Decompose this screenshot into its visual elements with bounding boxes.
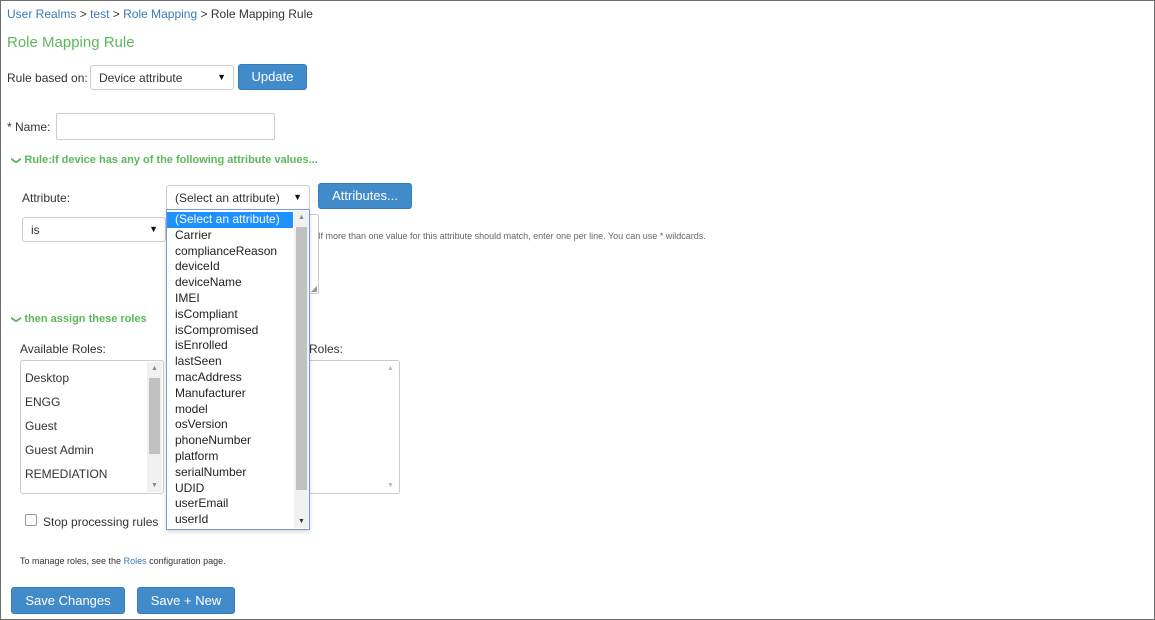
available-roles-scrollbar[interactable]: ▲ ▼ bbox=[147, 362, 162, 492]
dropdown-option[interactable]: macAddress bbox=[167, 370, 293, 386]
dropdown-option[interactable]: lastSeen bbox=[167, 354, 293, 370]
list-item[interactable]: Guest bbox=[21, 414, 147, 438]
arrow-up-icon[interactable]: ▲ bbox=[147, 365, 162, 372]
dropdown-option[interactable]: phoneNumber bbox=[167, 433, 293, 449]
breadcrumb-link-test[interactable]: test bbox=[90, 7, 109, 21]
rule-based-on-value: Device attribute bbox=[99, 71, 183, 85]
dropdown-option[interactable]: Manufacturer bbox=[167, 386, 293, 402]
selected-roles-scrollbar[interactable]: ▲ ▼ bbox=[383, 362, 398, 492]
attribute-values-hint: If more than one value for this attribut… bbox=[318, 231, 706, 241]
stop-processing-label: Stop processing rules bbox=[43, 515, 159, 529]
breadcrumb-separator: > bbox=[200, 7, 208, 21]
dropdown-option[interactable]: osVersion bbox=[167, 417, 293, 433]
name-label: * Name: bbox=[7, 120, 51, 134]
list-item[interactable]: ENGG bbox=[21, 390, 147, 414]
update-button[interactable]: Update bbox=[238, 64, 307, 90]
dropdown-option[interactable]: userId bbox=[167, 512, 293, 528]
available-roles-list[interactable]: Desktop ENGG Guest Guest Admin REMEDIATI… bbox=[20, 360, 164, 494]
list-item[interactable]: REMEDIATION bbox=[21, 462, 147, 486]
arrow-down-icon[interactable]: ▼ bbox=[383, 482, 398, 489]
dropdown-option-selected[interactable]: (Select an attribute) bbox=[167, 212, 293, 228]
caret-down-icon: ▼ bbox=[149, 224, 158, 234]
dropdown-option[interactable]: complianceReason bbox=[167, 244, 293, 260]
breadcrumb-link-role-mapping[interactable]: Role Mapping bbox=[123, 7, 197, 21]
dropdown-option[interactable]: userEmail bbox=[167, 496, 293, 512]
scrollbar-thumb[interactable] bbox=[296, 227, 307, 490]
dropdown-option[interactable]: UDID bbox=[167, 481, 293, 497]
save-new-button[interactable]: Save + New bbox=[137, 587, 235, 614]
scrollbar-thumb[interactable] bbox=[149, 378, 160, 454]
arrow-up-icon[interactable]: ▲ bbox=[383, 365, 398, 372]
dropdown-option[interactable]: isCompliant bbox=[167, 307, 293, 323]
dropdown-option[interactable]: model bbox=[167, 402, 293, 418]
name-field[interactable] bbox=[56, 113, 275, 140]
operator-select[interactable]: is ▼ bbox=[22, 217, 166, 242]
dropdown-option[interactable]: isCompromised bbox=[167, 323, 293, 339]
attribute-dropdown-options: (Select an attribute) Carrier compliance… bbox=[167, 212, 293, 528]
chevron-down-icon: ❯ bbox=[10, 156, 22, 165]
resize-grip-icon[interactable]: ◢ bbox=[311, 284, 317, 293]
rule-based-on-label: Rule based on: bbox=[7, 71, 88, 85]
available-roles-label: Available Roles: bbox=[20, 342, 106, 356]
arrow-down-icon[interactable]: ▼ bbox=[147, 482, 162, 489]
caret-down-icon: ▼ bbox=[293, 192, 302, 202]
attribute-select-value: (Select an attribute) bbox=[175, 191, 280, 205]
manage-roles-note: To manage roles, see the Roles configura… bbox=[20, 556, 226, 566]
assign-section-heading: then assign these roles bbox=[24, 313, 147, 325]
attribute-select[interactable]: (Select an attribute) ▼ bbox=[166, 185, 310, 210]
dropdown-option[interactable]: IMEI bbox=[167, 291, 293, 307]
roles-link[interactable]: Roles bbox=[124, 556, 147, 566]
operator-select-value: is bbox=[31, 223, 40, 237]
save-changes-button[interactable]: Save Changes bbox=[11, 587, 125, 614]
rule-section-header[interactable]: ❯ Rule:If device has any of the following… bbox=[10, 154, 318, 166]
breadcrumb-link-user-realms[interactable]: User Realms bbox=[7, 7, 76, 21]
stop-processing-checkbox[interactable] bbox=[25, 514, 37, 526]
breadcrumb-separator: > bbox=[112, 7, 120, 21]
chevron-down-icon: ❯ bbox=[10, 315, 22, 324]
page-title: Role Mapping Rule bbox=[7, 34, 135, 51]
rule-based-on-select[interactable]: Device attribute ▼ bbox=[90, 65, 234, 90]
rule-section-heading: Rule:If device has any of the following … bbox=[24, 154, 318, 166]
list-item[interactable]: Guest Admin bbox=[21, 438, 147, 462]
manage-roles-prefix: To manage roles, see the bbox=[20, 556, 122, 566]
dropdown-option[interactable]: deviceId bbox=[167, 259, 293, 275]
dropdown-option[interactable]: isEnrolled bbox=[167, 338, 293, 354]
dropdown-option[interactable]: platform bbox=[167, 449, 293, 465]
dropdown-option[interactable]: deviceName bbox=[167, 275, 293, 291]
attribute-dropdown-list[interactable]: (Select an attribute) Carrier compliance… bbox=[166, 209, 310, 530]
attribute-dropdown-scrollbar[interactable]: ▲ ▼ bbox=[294, 211, 309, 528]
arrow-down-icon[interactable]: ▼ bbox=[294, 518, 309, 525]
dropdown-option[interactable]: serialNumber bbox=[167, 465, 293, 481]
breadcrumb-current: Role Mapping Rule bbox=[210, 7, 313, 21]
breadcrumb-separator: > bbox=[79, 7, 87, 21]
caret-down-icon: ▼ bbox=[217, 72, 226, 82]
attribute-label: Attribute: bbox=[22, 191, 71, 205]
breadcrumb: User Realms > test > Role Mapping > Role… bbox=[7, 7, 313, 21]
selected-roles-label: Roles: bbox=[309, 342, 344, 356]
arrow-up-icon[interactable]: ▲ bbox=[294, 214, 309, 221]
assign-section-header[interactable]: ❯ then assign these roles bbox=[10, 313, 147, 325]
attributes-button[interactable]: Attributes... bbox=[318, 183, 412, 209]
manage-roles-suffix: configuration page. bbox=[149, 556, 226, 566]
list-item[interactable]: Desktop bbox=[21, 366, 147, 390]
available-roles-items: Desktop ENGG Guest Guest Admin REMEDIATI… bbox=[21, 366, 147, 486]
dropdown-option[interactable]: Carrier bbox=[167, 228, 293, 244]
